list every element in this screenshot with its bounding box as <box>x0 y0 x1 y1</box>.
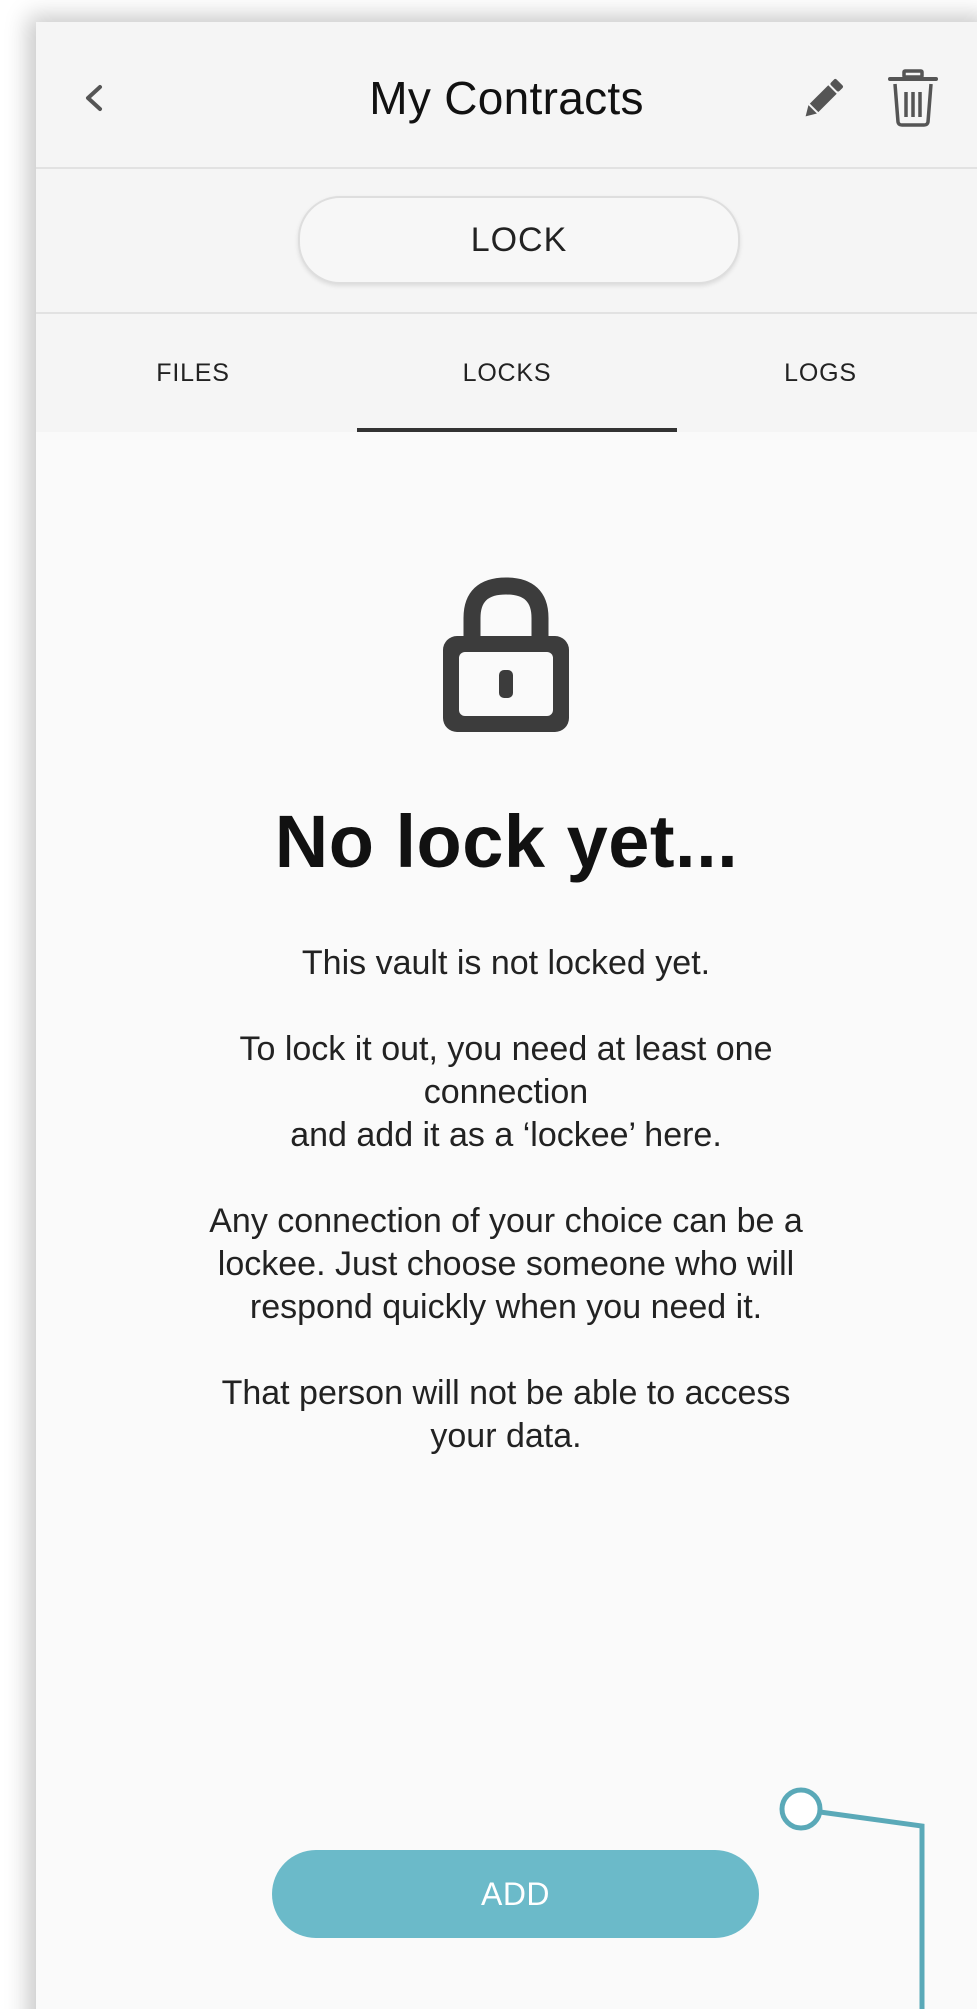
pencil-icon <box>805 79 843 117</box>
tab-files[interactable]: FILES <box>36 314 350 432</box>
add-button[interactable]: ADD <box>272 1850 759 1938</box>
empty-state-description: This vault is not locked yet. To lock it… <box>186 942 826 1501</box>
edit-button[interactable] <box>796 70 852 126</box>
empty-state-paragraph: Any connection of your choice can be a l… <box>209 1202 803 1326</box>
trash-icon <box>888 69 938 127</box>
tab-locks[interactable]: LOCKS <box>350 314 664 432</box>
tab-bar: FILES LOCKS LOGS <box>36 314 977 432</box>
padlock-icon <box>436 574 576 738</box>
screenshot-root: My Contracts LOCK FILES LOCKS LOGS No lo… <box>0 0 977 2009</box>
delete-button[interactable] <box>884 68 942 128</box>
empty-state-paragraph: This vault is not locked yet. <box>301 944 711 982</box>
empty-state-paragraph: To lock it out, you need at least one co… <box>239 1030 773 1154</box>
lock-action-bar: LOCK <box>36 169 977 314</box>
empty-state-paragraph: That person will not be able to access y… <box>221 1374 791 1455</box>
lock-button[interactable]: LOCK <box>298 196 740 284</box>
app-screen: My Contracts LOCK FILES LOCKS LOGS No lo… <box>36 22 977 2009</box>
app-bar: My Contracts <box>36 22 977 169</box>
empty-state-title: No lock yet... <box>274 800 739 883</box>
tab-logs[interactable]: LOGS <box>664 314 977 432</box>
tab-selected-indicator <box>357 428 677 432</box>
